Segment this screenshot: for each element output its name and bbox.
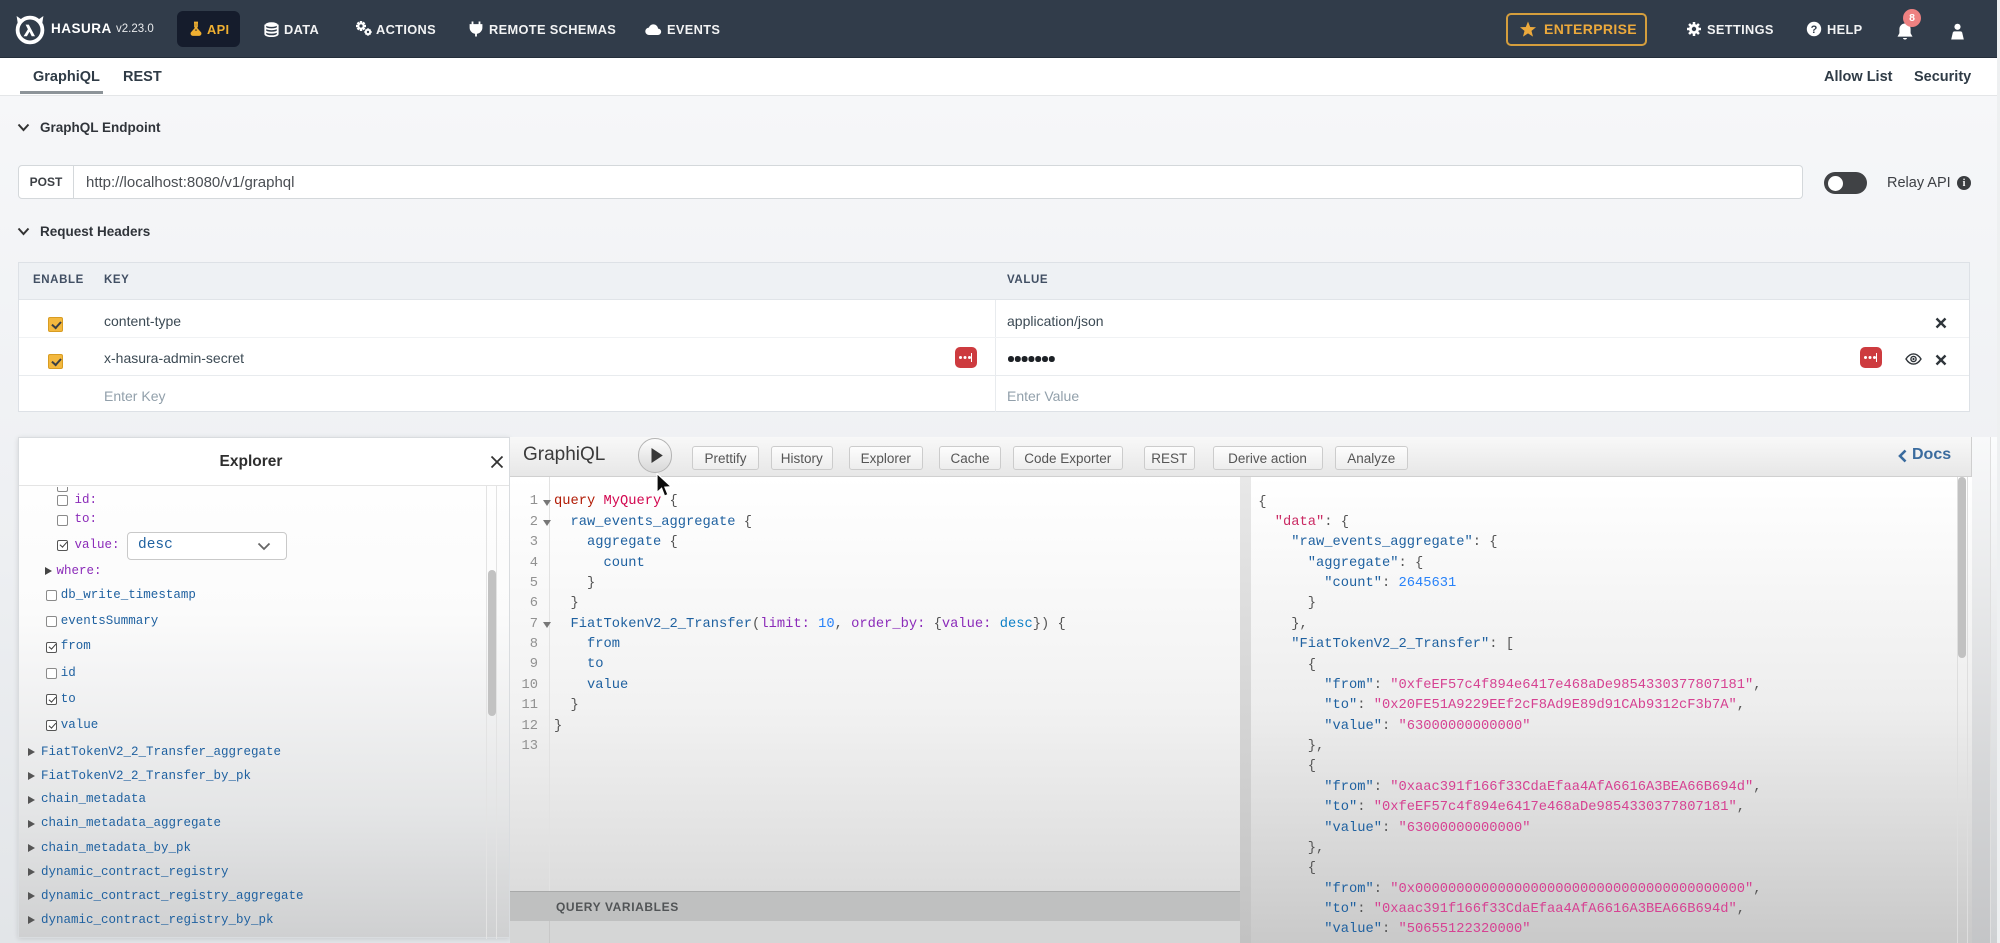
svg-text:?: ?: [1811, 24, 1818, 36]
